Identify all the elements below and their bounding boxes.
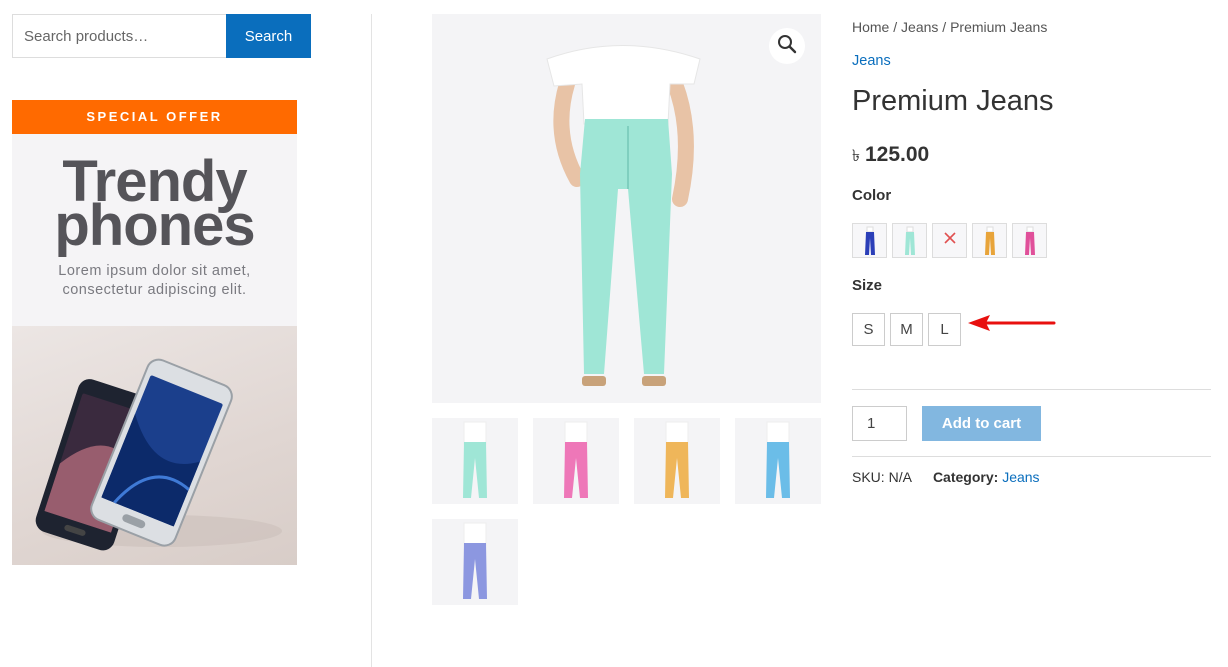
breadcrumb-separator: / [889,19,902,35]
add-to-cart-button[interactable]: Add to cart [922,406,1041,441]
product-meta: SKU: N/A Category: Jeans [852,469,1040,485]
promo-text-line-2: consectetur adipiscing elit. [62,282,247,298]
phones-image [12,326,297,565]
special-offer-banner[interactable]: SPECIAL OFFER Trendy phones Lorem ipsum … [12,100,297,565]
product-category-link[interactable]: Jeans [852,53,891,69]
promo-headline-line-2: phones [54,193,255,258]
category-label: Category: [932,469,999,485]
size-label: Size [852,277,883,294]
color-swatch-pink[interactable] [1012,223,1047,258]
thumbnail-periwinkle[interactable] [432,519,518,605]
thumbnail-pink[interactable] [533,418,619,504]
promo-text-line-1: Lorem ipsum dolor sit amet, [58,263,251,279]
thumbnail-mustard[interactable] [634,418,720,504]
breadcrumb: Home / Jeans / Premium Jeans [852,19,1047,35]
product-search-form: Search [12,14,311,58]
currency-symbol: ৳ [852,148,860,165]
annotation-arrow-icon [968,315,1056,331]
unavailable-x-icon [943,231,957,250]
thumbnail-sky-blue[interactable] [735,418,821,504]
size-button-m[interactable]: M [890,313,923,346]
thumbnail-mint[interactable] [432,418,518,504]
color-swatch-blue[interactable] [852,223,887,258]
search-input[interactable] [12,14,226,58]
color-swatch-mustard[interactable] [972,223,1007,258]
product-main-image[interactable] [432,14,821,403]
product-title: Premium Jeans [852,85,1054,117]
divider-line [852,456,1211,457]
zoom-button[interactable] [769,28,805,64]
promo-headline: Trendy phones [12,153,297,258]
breadcrumb-home[interactable]: Home [852,19,889,35]
sidebar-divider [371,14,372,667]
product-price: ৳ 125.00 [852,143,929,170]
magnifier-icon [777,34,797,59]
divider-line [852,389,1211,390]
breadcrumb-category[interactable]: Jeans [901,19,938,35]
price-amount: 125.00 [864,143,930,166]
special-offer-label: SPECIAL OFFER [12,100,297,134]
category-value-link[interactable]: Jeans [1002,469,1039,485]
sku-value: N/A [888,469,912,485]
sku-label: SKU: [852,469,885,485]
color-label: Color [852,187,892,204]
search-button[interactable]: Search [226,14,311,58]
breadcrumb-separator: / [938,19,951,35]
color-swatch-mint[interactable] [892,223,927,258]
breadcrumb-current: Premium Jeans [950,19,1048,35]
promo-description: Lorem ipsum dolor sit amet, consectetur … [12,262,297,300]
quantity-input[interactable] [852,406,907,441]
size-button-l[interactable]: L [928,313,961,346]
color-swatch-unavailable[interactable] [932,223,967,258]
size-button-s[interactable]: S [852,313,885,346]
